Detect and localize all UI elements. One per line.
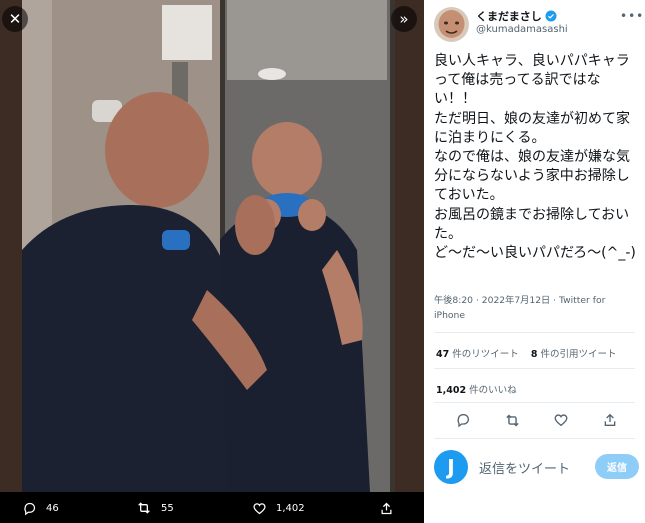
retweet-icon <box>505 414 519 426</box>
author-name-row[interactable]: くまだまさし <box>476 8 557 24</box>
likes-stat[interactable]: 1,402 件のいいね <box>436 382 517 396</box>
reply-action[interactable]: 46 <box>20 499 59 517</box>
media-action-bar: 46 55 1,402 <box>0 492 424 523</box>
share-action[interactable] <box>377 499 403 517</box>
reply-composer: J 返信をツイート 返信 <box>434 450 644 484</box>
verified-badge-icon <box>545 10 557 22</box>
reply-icon <box>20 499 38 517</box>
like-button[interactable] <box>551 410 571 430</box>
retweet-icon <box>135 499 153 517</box>
share-icon <box>604 413 616 426</box>
expand-panel-button[interactable]: » <box>391 6 417 32</box>
display-name[interactable]: くまだまさし <box>476 8 542 24</box>
reply-icon <box>457 414 469 428</box>
tweet-timestamp[interactable]: 午後8:20 · 2022年7月12日 · Twitter for iPhone <box>434 293 634 323</box>
heart-icon <box>554 414 568 427</box>
retweet-action[interactable]: 55 <box>135 499 174 517</box>
heart-icon <box>250 499 268 517</box>
retweet-count: 55 <box>161 502 174 514</box>
like-count: 1,402 <box>276 502 305 514</box>
chevron-double-right-icon: » <box>399 10 409 28</box>
close-icon: ✕ <box>8 10 22 28</box>
retweets-stat[interactable]: 47 件のリツイート <box>436 349 519 360</box>
media-viewer: ✕ » 46 55 1,402 <box>0 0 424 523</box>
reply-button[interactable] <box>453 410 473 430</box>
reply-input[interactable]: 返信をツイート <box>479 458 570 477</box>
engagement-stats: 47 件のリツイート 8 件の引用ツイート <box>436 346 617 360</box>
share-icon <box>377 499 395 517</box>
handle[interactable]: @kumadamasashi <box>476 24 568 35</box>
tweet-panel: くまだまさし @kumadamasashi ••• 良い人キャラ、良いパパキャラ… <box>424 0 645 523</box>
divider <box>434 332 635 333</box>
close-button[interactable]: ✕ <box>2 6 28 32</box>
like-action[interactable]: 1,402 <box>250 499 305 517</box>
reply-submit-button[interactable]: 返信 <box>595 454 639 479</box>
quotes-stat[interactable]: 8 件の引用ツイート <box>531 349 617 360</box>
divider <box>434 368 635 369</box>
divider <box>434 402 635 403</box>
user-avatar[interactable]: J <box>434 450 468 484</box>
tweet-text: 良い人キャラ、良いパパキャラって俺は売ってる訳ではない！！ ただ明日、娘の友達が… <box>434 53 636 262</box>
tweet-photo <box>22 0 395 492</box>
avatar[interactable] <box>434 7 469 42</box>
more-options-icon[interactable]: ••• <box>620 9 644 23</box>
reply-count: 46 <box>46 502 59 514</box>
share-button[interactable] <box>600 410 620 430</box>
retweet-button[interactable] <box>502 410 522 430</box>
divider <box>434 438 635 439</box>
